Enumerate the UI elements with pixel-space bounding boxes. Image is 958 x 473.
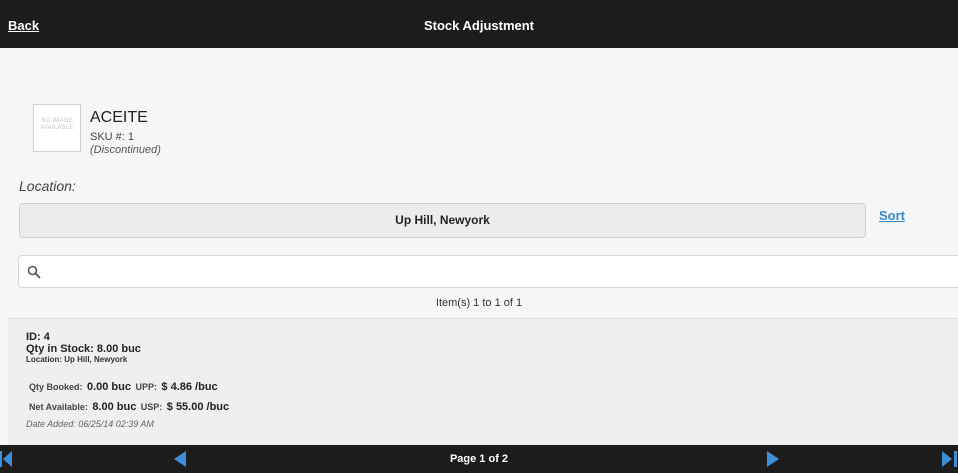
product-image-placeholder: NO IMAGE AVAILABLE: [33, 104, 81, 152]
last-page-icon[interactable]: [940, 445, 958, 473]
item-row-available: Net Available: 8.00 buc USP: $ 55.00 /bu…: [29, 397, 229, 415]
next-page-icon[interactable]: [765, 445, 781, 473]
search-icon: [27, 265, 41, 279]
item-count: Item(s) 1 to 1 of 1: [435, 297, 523, 309]
item-location: Location: Up Hill, Newyork: [26, 355, 128, 364]
usp-value: $ 55.00 /buc: [166, 401, 230, 413]
product-sku: SKU #: 1: [90, 131, 135, 143]
item-qty-in-stock: Qty in Stock: 8.00 buc: [26, 343, 141, 355]
location-select[interactable]: Up Hill, Newyork: [19, 203, 866, 238]
sort-button[interactable]: Sort: [879, 208, 905, 223]
search-field[interactable]: [18, 255, 958, 288]
list-item[interactable]: ID: 4 Qty in Stock: 8.00 buc Location: U…: [8, 318, 958, 445]
qty-booked-label: Qty Booked:: [29, 382, 83, 392]
search-input[interactable]: [47, 260, 947, 284]
pager-bar: Page 1 of 2: [0, 445, 958, 473]
upp-value: $ 4.86 /buc: [161, 381, 218, 393]
upp-label: UPP:: [135, 382, 157, 392]
product-name: ACEITE: [90, 109, 148, 126]
usp-label: USP:: [140, 402, 163, 412]
item-date-added: Date Added: 06/25/14 02:39 AM: [26, 419, 154, 429]
qty-booked-value: 0.00 buc: [86, 381, 131, 393]
product-status: (Discontinued): [90, 144, 161, 156]
page-indicator: Page 1 of 2: [449, 453, 509, 465]
net-available-label: Net Available:: [29, 402, 88, 412]
header-bar: Back Stock Adjustment: [0, 0, 958, 48]
item-row-booked: Qty Booked: 0.00 buc UPP: $ 4.86 /buc: [29, 377, 218, 395]
page-title: Stock Adjustment: [423, 18, 535, 33]
item-id: ID: 4: [26, 331, 50, 343]
net-available-value: 8.00 buc: [92, 401, 137, 413]
no-image-label: NO IMAGE AVAILABLE: [40, 118, 74, 131]
location-label: Location:: [19, 178, 76, 194]
